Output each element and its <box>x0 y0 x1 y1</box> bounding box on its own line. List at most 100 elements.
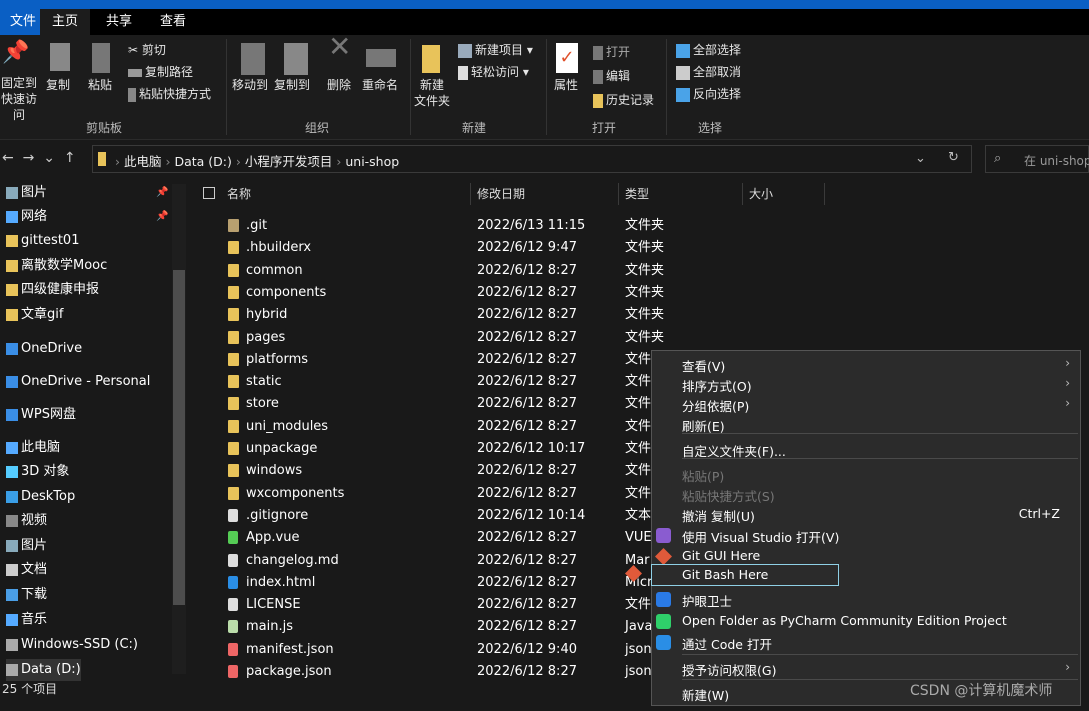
easy-access-icon <box>458 65 468 80</box>
menu-item[interactable]: 护眼卫士 <box>656 591 1078 610</box>
tab-share[interactable]: 共享 <box>94 9 144 35</box>
properties-button[interactable]: 属性 <box>554 77 578 93</box>
file-row[interactable]: wxcomponents 2022/6/12 8:27 文件 <box>195 483 655 505</box>
file-row[interactable]: changelog.md 2022/6/12 8:27 Mar <box>195 550 655 572</box>
menu-item[interactable]: 分组依据(P) › <box>682 396 1078 415</box>
file-row[interactable]: windows 2022/6/12 8:27 文件 <box>195 460 655 482</box>
sidebar-item[interactable]: gittest01 <box>6 230 79 252</box>
menu-item[interactable]: 排序方式(O) › <box>682 376 1078 395</box>
sidebar-item[interactable]: Data (D:) <box>6 659 81 681</box>
menu-item[interactable]: 撤消 复制(U) Ctrl+Z <box>682 506 1078 525</box>
sidebar-item[interactable]: 文章gif <box>6 304 63 326</box>
sidebar-item[interactable]: 离散数学Mooc <box>6 255 107 277</box>
tab-view[interactable]: 查看 <box>148 9 198 35</box>
menu-item[interactable]: 通过 Code 打开 <box>656 634 1078 653</box>
menu-item[interactable]: 授予访问权限(G) › <box>682 660 1078 679</box>
sidebar-item[interactable]: 3D 对象 <box>6 461 69 483</box>
file-row[interactable]: hybrid 2022/6/12 8:27 文件夹 <box>195 304 664 326</box>
file-row[interactable]: store 2022/6/12 8:27 文件 <box>195 393 655 415</box>
sidebar-scroll-thumb[interactable] <box>173 270 185 605</box>
sidebar-item[interactable]: 网络 📌 <box>6 206 168 228</box>
column-size[interactable]: 大小 <box>743 183 825 205</box>
file-row[interactable]: platforms 2022/6/12 8:27 文件 <box>195 349 655 371</box>
sidebar-item[interactable]: 视频 <box>6 510 47 532</box>
file-row[interactable]: components 2022/6/12 8:27 文件夹 <box>195 282 664 304</box>
copy-path-button[interactable]: 复制路径 <box>128 64 193 80</box>
address-bar[interactable]: › 此电脑 › Data (D:) › 小程序开发项目 › uni-shop ⌄… <box>92 145 972 173</box>
move-to-button[interactable]: 移动到 <box>232 77 268 93</box>
history-button[interactable]: 历史记录 <box>593 92 654 108</box>
search-input[interactable]: ⌕ 在 uni-shop <box>985 145 1089 173</box>
breadcrumb-this-pc[interactable]: 此电脑 <box>124 154 162 169</box>
paste-button[interactable]: 粘贴 <box>88 77 112 93</box>
breadcrumb-project[interactable]: 小程序开发项目 <box>245 154 333 169</box>
column-date[interactable]: 修改日期 <box>471 183 619 205</box>
file-row[interactable]: common 2022/6/12 8:27 文件夹 <box>195 260 664 282</box>
refresh-icon[interactable]: ↻ <box>948 150 959 165</box>
new-folder-button[interactable]: 新建 文件夹 <box>414 77 450 109</box>
pin-quick-access-button[interactable]: 固定到 快速访问 <box>0 75 42 123</box>
recent-chevron-icon[interactable]: ⌄ <box>43 150 55 166</box>
breadcrumb-uni-shop[interactable]: uni-shop <box>345 154 399 169</box>
sidebar-item[interactable]: 四级健康申报 <box>6 279 99 301</box>
column-type[interactable]: 类型 <box>619 183 743 205</box>
breadcrumb-data-d[interactable]: Data (D:) <box>174 154 231 169</box>
menu-item[interactable]: 使用 Visual Studio 打开(V) <box>656 527 1078 546</box>
sidebar-item[interactable]: 此电脑 <box>6 437 60 459</box>
sidebar-item[interactable]: 下载 <box>6 584 47 606</box>
pin-icon[interactable]: 📌 <box>156 206 168 228</box>
file-row[interactable]: pages 2022/6/12 8:27 文件夹 <box>195 327 664 349</box>
select-none-button[interactable]: 全部取消 <box>676 64 741 80</box>
pin-icon[interactable]: 📌 <box>156 182 168 204</box>
sidebar-item[interactable]: 音乐 <box>6 609 47 631</box>
file-row[interactable]: .hbuilderx 2022/6/12 9:47 文件夹 <box>195 237 664 259</box>
tab-home[interactable]: 主页 <box>40 9 91 35</box>
file-date: 2022/6/12 8:27 <box>477 351 577 367</box>
file-row[interactable]: index.html 2022/6/12 8:27 Micr <box>195 572 655 594</box>
invert-selection-button[interactable]: 反向选择 <box>676 86 741 102</box>
address-dropdown-icon[interactable]: ⌄ <box>915 151 926 166</box>
paste-shortcut-button[interactable]: 粘贴快捷方式 <box>128 86 211 102</box>
menu-item[interactable]: Git GUI Here <box>655 548 1078 565</box>
delete-button[interactable]: 删除 <box>327 77 351 93</box>
sidebar-item[interactable]: 文档 <box>6 559 47 581</box>
file-row[interactable]: App.vue 2022/6/12 8:27 VUE <box>195 527 655 549</box>
rename-button[interactable]: 重命名 <box>362 77 398 93</box>
sidebar-item[interactable]: Windows-SSD (C:) <box>6 634 138 656</box>
copy-button[interactable]: 复制 <box>46 77 70 93</box>
sidebar-item[interactable]: 图片 📌 <box>6 182 168 204</box>
sidebar-item[interactable]: DeskTop <box>6 486 75 508</box>
select-all-button[interactable]: 全部选择 <box>676 42 741 58</box>
visual-studio-icon <box>656 528 671 543</box>
menu-item[interactable]: Open Folder as PyCharm Community Edition… <box>656 613 1078 629</box>
back-arrow-icon[interactable]: ← <box>2 150 14 166</box>
open-button[interactable]: 打开 <box>593 44 630 60</box>
menu-item[interactable]: 刷新(E) <box>682 416 1078 435</box>
file-row[interactable]: .gitignore 2022/6/12 10:14 文本 <box>195 505 655 527</box>
sidebar-item-label: OneDrive <box>21 341 83 356</box>
shortcut-icon <box>128 87 136 102</box>
file-row[interactable]: .git 2022/6/13 11:15 文件夹 <box>195 215 664 237</box>
sidebar-item[interactable]: OneDrive <box>6 338 82 360</box>
sidebar-item[interactable]: OneDrive - Personal <box>6 371 150 393</box>
up-arrow-icon[interactable]: ↑ <box>64 150 76 166</box>
menu-item[interactable]: 查看(V) › <box>682 356 1078 375</box>
file-row[interactable]: main.js 2022/6/12 8:27 Java <box>195 616 655 638</box>
copy-to-button[interactable]: 复制到 <box>274 77 310 93</box>
sidebar-item[interactable]: WPS网盘 <box>6 404 76 426</box>
edit-button[interactable]: 编辑 <box>593 68 630 84</box>
column-name[interactable]: 名称 <box>221 183 471 205</box>
menu-item[interactable]: 自定义文件夹(F)... <box>682 441 1078 460</box>
cut-button[interactable]: ✂ 剪切 <box>128 42 166 58</box>
file-row[interactable]: unpackage 2022/6/12 10:17 文件 <box>195 438 655 460</box>
file-row[interactable]: uni_modules 2022/6/12 8:27 文件 <box>195 416 655 438</box>
sidebar-item[interactable]: 图片 <box>6 535 47 557</box>
file-row[interactable]: manifest.json 2022/6/12 9:40 json <box>195 639 655 661</box>
new-item-button[interactable]: 新建项目 ▾ <box>458 42 533 58</box>
file-row[interactable]: static 2022/6/12 8:27 文件 <box>195 371 655 393</box>
menu-item[interactable]: Git Bash Here <box>625 564 839 586</box>
easy-access-button[interactable]: 轻松访问 ▾ <box>458 64 529 80</box>
file-row[interactable]: LICENSE 2022/6/12 8:27 文件 <box>195 594 655 616</box>
forward-arrow-icon[interactable]: → <box>23 150 35 166</box>
select-all-checkbox[interactable] <box>203 187 215 199</box>
